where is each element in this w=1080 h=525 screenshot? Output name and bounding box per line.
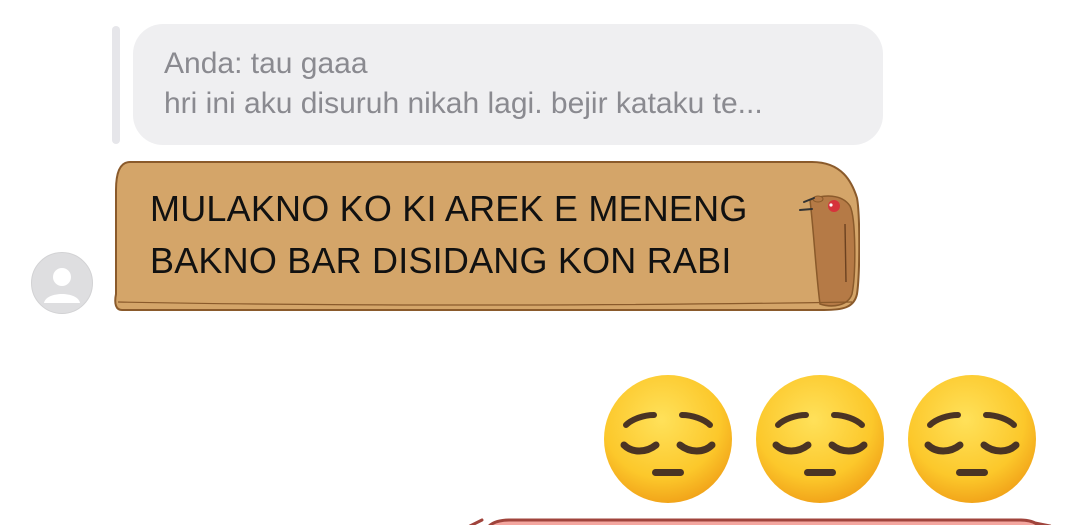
default-avatar-icon xyxy=(44,268,80,303)
reply-indicator-bar xyxy=(112,26,120,144)
reply-preview-line: hri ini aku disuruh nikah lagi. bejir ka… xyxy=(164,87,763,120)
capybara-message-bubble[interactable] xyxy=(112,154,860,314)
pensive-face-icon[interactable] xyxy=(602,373,734,505)
reply-sender-line: Anda: tau gaaa xyxy=(164,47,368,80)
message-line-1: MULAKNO KO KI AREK E MENENG xyxy=(150,188,748,229)
reply-quote-bubble[interactable] xyxy=(133,24,883,145)
message-line-2: BAKNO BAR DISIDANG KON RABI xyxy=(150,240,732,281)
avatar[interactable] xyxy=(31,252,93,314)
pensive-face-icon[interactable] xyxy=(906,373,1038,505)
pensive-face-icon[interactable] xyxy=(754,373,886,505)
next-message-bubble[interactable] xyxy=(460,512,1060,525)
chat-view: Anda: tau gaaa hri ini aku disuruh nikah… xyxy=(0,0,1080,525)
